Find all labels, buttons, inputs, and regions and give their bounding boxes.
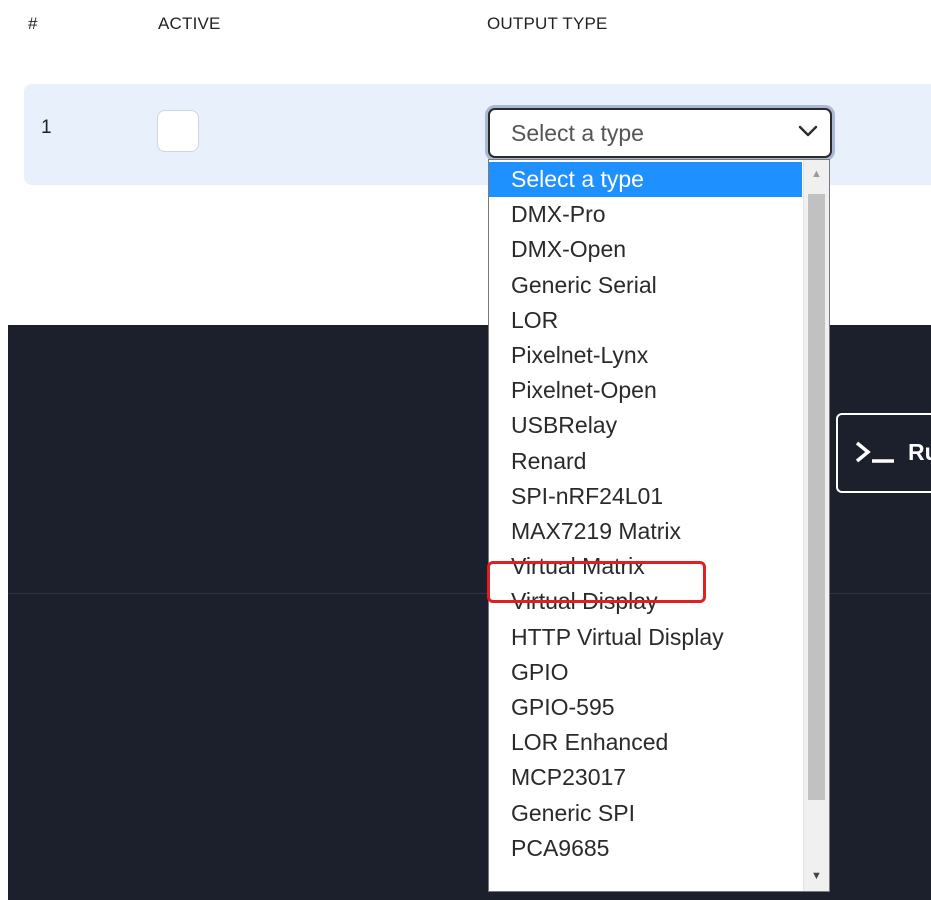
terminal-icon bbox=[855, 441, 894, 463]
column-header-number: # bbox=[28, 14, 38, 33]
row-number: 1 bbox=[41, 117, 52, 138]
dropdown-option[interactable]: GPIO bbox=[489, 655, 802, 690]
dropdown-option[interactable]: MCP23017 bbox=[489, 760, 802, 795]
column-header-active: ACTIVE bbox=[158, 14, 221, 33]
dropdown-option[interactable]: SPI-nRF24L01 bbox=[489, 479, 802, 514]
run-button-label: Ru bbox=[908, 439, 931, 465]
run-button[interactable]: Ru bbox=[836, 413, 931, 493]
dropdown-option[interactable]: LOR Enhanced bbox=[489, 725, 802, 760]
dropdown-option[interactable]: Renard bbox=[489, 444, 802, 479]
dropdown-option[interactable]: DMX-Open bbox=[489, 232, 802, 267]
dropdown-option[interactable]: Generic SPI bbox=[489, 796, 802, 831]
dropdown-option[interactable]: Pixelnet-Lynx bbox=[489, 338, 802, 373]
dropdown-option[interactable]: Generic Serial bbox=[489, 268, 802, 303]
output-type-select-value: Select a type bbox=[511, 120, 644, 146]
dropdown-option[interactable]: HTTP Virtual Display bbox=[489, 620, 802, 655]
scroll-down-arrow-icon[interactable]: ▼ bbox=[804, 864, 829, 889]
output-type-select[interactable]: Select a type bbox=[488, 108, 832, 158]
scrollbar-thumb[interactable] bbox=[808, 194, 825, 800]
scroll-up-arrow-icon[interactable]: ▲ bbox=[804, 162, 829, 187]
output-type-dropdown[interactable]: Select a type DMX-Pro DMX-Open Generic Seri… bbox=[488, 159, 830, 892]
column-header-output-type: OUTPUT TYPE bbox=[487, 14, 608, 33]
dropdown-option[interactable]: GPIO-595 bbox=[489, 690, 802, 725]
dropdown-option[interactable]: Pixelnet-Open bbox=[489, 373, 802, 408]
dropdown-option[interactable]: LOR bbox=[489, 303, 802, 338]
highlight-annotation bbox=[487, 561, 706, 603]
dropdown-option[interactable]: PCA9685 bbox=[489, 831, 802, 866]
dropdown-option[interactable]: Select a type bbox=[489, 162, 802, 197]
chevron-down-icon bbox=[798, 125, 818, 137]
dropdown-scrollbar[interactable]: ▲ ▼ bbox=[803, 160, 829, 891]
active-checkbox[interactable] bbox=[157, 110, 199, 152]
dropdown-option[interactable]: DMX-Pro bbox=[489, 197, 802, 232]
dropdown-option[interactable]: MAX7219 Matrix bbox=[489, 514, 802, 549]
dropdown-option[interactable]: USBRelay bbox=[489, 408, 802, 443]
